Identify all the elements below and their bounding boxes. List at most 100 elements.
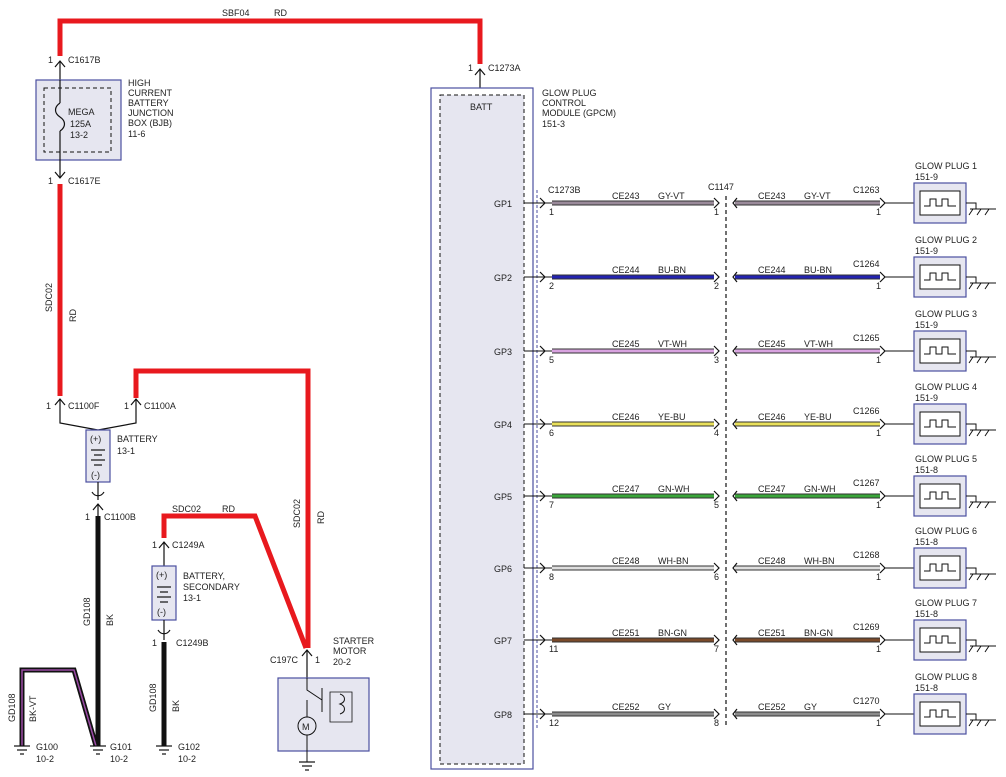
- battery-secondary-line1: BATTERY,: [183, 571, 225, 581]
- wire-circuit-label: CE245: [758, 339, 786, 349]
- plug-pin-number: 1: [876, 572, 881, 582]
- gpcm-pin-number: 6: [549, 428, 554, 438]
- connector-c1249b: [157, 620, 171, 640]
- battery-ref: 13-1: [117, 446, 135, 456]
- gpcm-pin-number: 7: [549, 500, 554, 510]
- wire-gd108-g100-color: BK-VT: [28, 695, 38, 722]
- c1100a-label: C1100A: [144, 401, 176, 411]
- plug-pin-number: 1: [876, 281, 881, 291]
- wire-gd108-secondary-color: BK: [171, 700, 181, 712]
- connector-c1273a: [474, 68, 486, 88]
- chassis-ground-icon: [966, 202, 996, 216]
- glow-plug-element-box: [919, 338, 961, 364]
- gpcm-pin-number: 11: [549, 644, 558, 654]
- plug-pin-number: 1: [876, 644, 881, 654]
- plug-connector-label: C1265: [853, 333, 880, 343]
- inline-pin-number: 6: [714, 572, 719, 582]
- plug-pin-number: 1: [876, 355, 881, 365]
- wire-sbf04-circuit: SBF04: [222, 8, 250, 18]
- plug-connector-label: C1268: [853, 550, 880, 560]
- gpcm-line3: MODULE (GPCM): [542, 108, 616, 118]
- chassis-ground-icon: [966, 495, 996, 509]
- starter-line1: STARTER: [333, 636, 375, 646]
- chassis-ground-icon: [966, 276, 996, 290]
- battery-secondary-minus: (-): [157, 607, 166, 617]
- glow-circuit-row: GP3 CE245 VT-WH CE245 VT-WH 5 3 1 C1265 GLOW PLUG…: [494, 309, 996, 372]
- plug-connector-label: C1270: [853, 696, 880, 706]
- wire-circuit-label: CE248: [612, 556, 640, 566]
- ground-symbol-g101: [90, 745, 106, 755]
- glow-plug-name: GLOW PLUG 6: [915, 526, 977, 536]
- glow-plug-element-box: [919, 555, 961, 581]
- glow-circuit-row: GP4 CE246 YE-BU CE246 YE-BU 6 4 1 C1266 GLOW PLUG…: [494, 382, 996, 445]
- gpcm-pin-number: 2: [549, 281, 554, 291]
- wire-color-label: WH-BN: [804, 556, 835, 566]
- glow-circuit-row: GP8 CE252 GY CE252 GY 12 8 1 C1270 GLOW PLUG 8151…: [494, 672, 996, 735]
- wire-gd108-secondary-circuit: GD108: [148, 683, 158, 712]
- starter-motor-box: [277, 677, 370, 752]
- connector-c1100f: [54, 398, 66, 415]
- wire-circuit-label: CE248: [758, 556, 786, 566]
- wire-color-label: YE-BU: [804, 412, 832, 422]
- c1273a-label: C1273A: [488, 63, 521, 73]
- wire-color-label: BU-BN: [658, 265, 686, 275]
- c1249a-pin: 1: [152, 540, 157, 550]
- ground-symbol-g100: [14, 745, 30, 755]
- starter-line2: MOTOR: [333, 646, 367, 656]
- c1100b-label: C1100B: [104, 512, 136, 522]
- wire-circuit-label: CE251: [758, 628, 786, 638]
- wire-color-label: GY-VT: [658, 191, 685, 201]
- wire-sdc02-main-circuit: SDC02: [44, 283, 54, 312]
- glow-plug-ref: 151-8: [915, 609, 938, 619]
- glow-plug-ref: 151-9: [915, 393, 938, 403]
- chassis-ground-icon: [966, 423, 996, 437]
- g102-name: G102: [178, 742, 200, 752]
- connector-c1100a: [130, 398, 142, 415]
- plug-connector-label: C1264: [853, 259, 880, 269]
- wire-circuit-label: CE243: [612, 191, 640, 201]
- wire-color-label: GN-WH: [804, 484, 836, 494]
- wire-color-label: WH-BN: [658, 556, 689, 566]
- glow-plug-name: GLOW PLUG 2: [915, 235, 977, 245]
- bjb-ref: 11-6: [128, 129, 145, 139]
- c1617e-pin: 1: [48, 176, 53, 186]
- connector-c1617b: [54, 60, 66, 80]
- wire-circuit-label: CE243: [758, 191, 786, 201]
- c1147-label: C1147: [708, 182, 734, 192]
- svg-text:M: M: [302, 722, 310, 732]
- wire-color-label: BU-BN: [804, 265, 832, 275]
- wire-color-label: GY-VT: [804, 191, 831, 201]
- battery-secondary-ref: 13-1: [183, 593, 201, 603]
- inline-pin-number: 3: [714, 355, 719, 365]
- wire-color-label: GY: [658, 702, 671, 712]
- inline-pin-number: 5: [714, 500, 719, 510]
- wire-gd108-g100-circuit: GD108: [7, 693, 17, 722]
- gpcm-pin-label: GP3: [494, 347, 512, 357]
- c1273b-label: C1273B: [548, 185, 581, 195]
- battery-label: BATTERY: [117, 434, 158, 444]
- plug-pin-number: 1: [876, 500, 881, 510]
- gpcm-pin-label: GP6: [494, 564, 512, 574]
- wire-circuit-label: CE251: [612, 628, 640, 638]
- wire-circuit-label: CE244: [758, 265, 786, 275]
- c197c-pin: 1: [315, 655, 320, 665]
- gpcm-batt-label: BATT: [470, 102, 493, 112]
- c197c-label: C197C: [270, 655, 299, 665]
- battery-minus: (-): [91, 470, 100, 480]
- wire-sbf04-color: RD: [274, 8, 287, 18]
- battery-feed-lines: [59, 415, 137, 431]
- wire-sdc02-main-color: RD: [68, 309, 78, 322]
- connector-c1617e: [54, 160, 66, 179]
- wire-circuit-label: CE246: [612, 412, 640, 422]
- g101-ref: 10-2: [110, 754, 128, 764]
- glow-plug-ref: 151-8: [915, 465, 938, 475]
- glow-plug-name: GLOW PLUG 5: [915, 454, 977, 464]
- wire-circuit-label: CE247: [612, 484, 640, 494]
- chassis-ground-icon: [966, 713, 996, 727]
- inline-pin-number: 1: [714, 207, 719, 217]
- plug-connector-label: C1269: [853, 622, 880, 632]
- glow-plug-element-box: [919, 701, 961, 727]
- glow-plug-element-box: [919, 190, 961, 216]
- glow-plug-name: GLOW PLUG 1: [915, 161, 977, 171]
- glow-plug-rows: GP1CE243 GY-VT CE243 GY-VT1 1 1C1263GLOW PLUG…: [494, 161, 996, 735]
